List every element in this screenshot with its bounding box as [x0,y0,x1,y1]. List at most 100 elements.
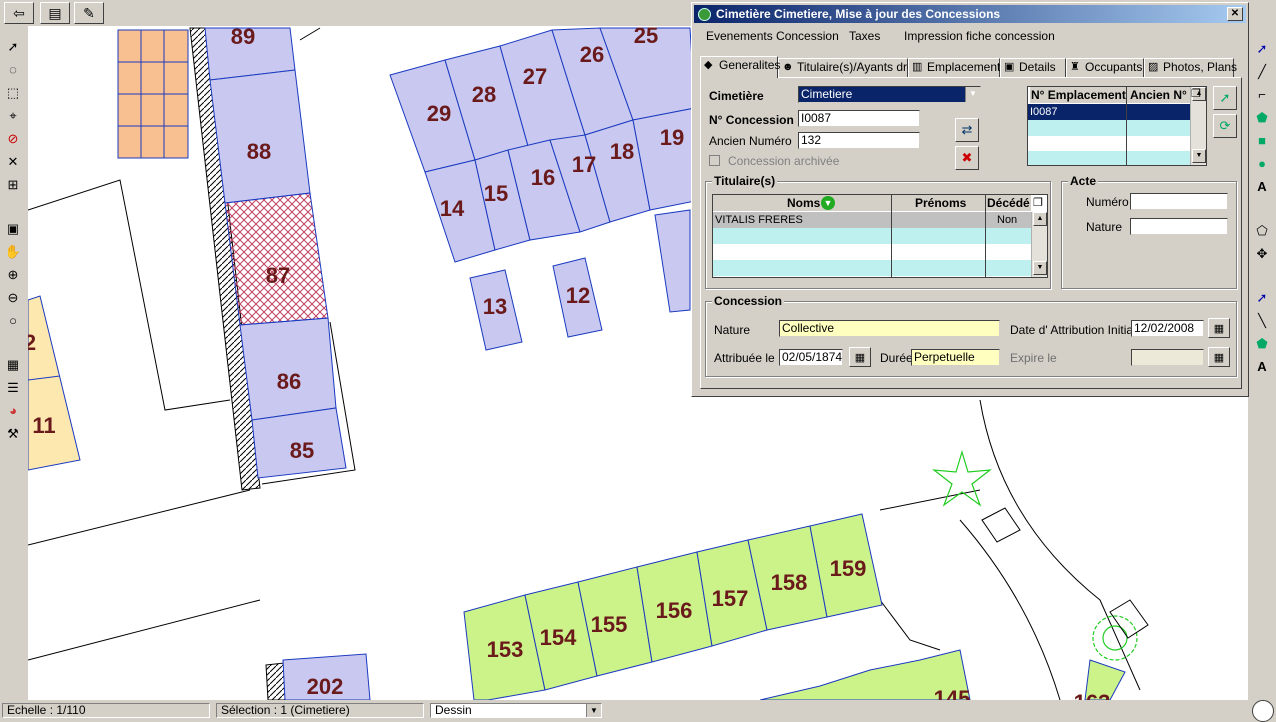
scroll-up-icon[interactable]: ▲ [1033,212,1047,226]
num-concession-input[interactable]: I0087 [798,110,920,127]
pan-hand-icon[interactable]: ✋ [3,241,23,261]
table-row[interactable] [713,260,1031,276]
titulaires-scrollbar[interactable]: ▲ ▼ [1031,212,1047,277]
chevron-down-icon[interactable]: ▼ [965,87,980,102]
noms-col-header[interactable]: Noms [787,195,820,211]
no-select-icon[interactable]: ⊘ [3,128,23,148]
tab-photos-plans[interactable]: ▨ Photos, Plans [1144,58,1237,77]
titulaires-grid: Noms ▼ Prénoms Décédé ❐ VITALIS FRERES N… [712,194,1048,278]
calendar-icon[interactable]: ▦ [1208,318,1230,338]
decede-cell: Non [997,214,1018,226]
nature-input[interactable]: Collective [779,320,1000,337]
tab-label: Titulaire(s)/Ayants droit [797,60,920,74]
tab-details[interactable]: ▣ Details [1000,58,1066,77]
acte-nature-input[interactable] [1130,218,1228,235]
circle-icon[interactable]: ● [1252,153,1272,173]
emplacement-cell: I0087 [1030,106,1058,118]
top-toolbar: ⇦ ▤ ✎ [0,0,110,26]
acte-numero-input[interactable] [1130,193,1228,210]
scroll-down-icon[interactable]: ▼ [1033,261,1047,275]
polyline-icon[interactable]: ⌐ [1252,84,1272,104]
rect-select-icon[interactable]: ⬚ [3,82,23,102]
layers-icon[interactable]: ▤ [40,2,70,24]
tools-icon[interactable]: ⚒ [3,423,23,443]
prenoms-col-header[interactable]: Prénoms [915,195,966,211]
attribuee-input[interactable]: 02/05/1874 [779,349,843,366]
swap-icon[interactable]: ⇄ [955,118,979,142]
dialog-titlebar[interactable]: Cimetière Cimetiere, Mise à jour des Con… [694,5,1246,23]
table-row[interactable] [713,228,1031,244]
map-window-icon[interactable]: ▣ [3,218,23,238]
sort-down-icon[interactable]: ▼ [821,196,835,210]
refresh-icon[interactable]: ⟳ [1213,114,1237,138]
grid-icon[interactable]: ⊞ [3,174,23,194]
close-button[interactable]: ✕ [1227,7,1243,21]
emplacement-col-header[interactable]: N° Emplacement [1031,87,1126,103]
duree-input[interactable]: Perpetuelle [911,349,1000,366]
zoom-out-icon[interactable]: ⊖ [3,287,23,307]
table-row[interactable] [1028,120,1190,136]
date-attr-input[interactable]: 12/02/2008 [1131,320,1204,337]
tab-titulaires[interactable]: ☻ Titulaire(s)/Ayants droit [778,58,920,77]
decede-col-header[interactable]: Décédé [987,195,1030,211]
expire-input[interactable] [1131,349,1204,366]
tab-occupants[interactable]: ♜ Occupants [1066,58,1144,77]
legend-icon[interactable]: ☰ [3,377,23,397]
back-arrow-icon[interactable]: ⇦ [4,2,34,24]
layer-select[interactable]: Dessin ▼ [430,703,602,718]
table-row[interactable] [713,244,1031,260]
archivee-checkbox[interactable] [709,155,720,166]
vertex-edit-icon[interactable]: ⬠ [1252,220,1272,240]
compass-icon[interactable] [1252,700,1274,722]
lot-label: 11 [32,413,55,438]
menu-impression[interactable]: Impression fiche concession [904,29,1055,43]
map-cursor-icon[interactable]: ➚ [1213,86,1237,110]
scroll-down-icon[interactable]: ▼ [1192,149,1206,163]
calendar-icon[interactable]: ▦ [1208,347,1230,367]
ancien-numero-input[interactable]: 132 [798,132,920,149]
table-row[interactable] [1028,151,1190,165]
tab-label: Generalites [719,58,781,72]
ancien-col-header[interactable]: Ancien N° [1130,87,1187,103]
tab-generalites[interactable]: ◆ Generalites [700,56,781,78]
shape-edit-icon[interactable]: ⬟ [1252,333,1272,353]
copy-icon[interactable]: ❐ [1033,196,1043,209]
line-edit-icon[interactable]: ╲ [1252,310,1272,330]
tree-symbols [932,449,1138,661]
edit-pointer-icon[interactable]: ➚ [1252,38,1272,58]
generalites-panel: Cimetière Cimetiere ▼ N° Concession I008… [700,77,1242,389]
copy-icon[interactable]: ❐ [1191,87,1201,100]
polygon-icon[interactable]: ⬟ [1252,107,1272,127]
text-icon[interactable]: A [1252,176,1272,196]
menu-taxes[interactable]: Taxes [849,29,880,43]
cimetiere-select[interactable]: Cimetiere ▼ [798,86,981,103]
lasso-select-icon[interactable]: ◌ [3,59,23,79]
edit-note-icon[interactable]: ✎ [74,2,104,24]
table-row[interactable] [1028,136,1190,152]
layer-select-value: Dessin [435,703,472,717]
pointer-icon[interactable]: ➚ [3,36,23,56]
table-row[interactable]: VITALIS FRERES Non [713,212,1031,228]
tab-emplacement[interactable]: ▥ Emplacement [908,58,1000,77]
line-icon[interactable]: ╱ [1252,61,1272,81]
zoom-icon[interactable]: ○ [3,310,23,330]
point-select-icon[interactable]: ⌖ [3,105,23,125]
calendar-icon[interactable]: ▦ [849,347,871,367]
move-vertex-icon[interactable]: ✥ [1252,243,1272,263]
fit-extent-icon[interactable]: ✕ [3,151,23,171]
table-row[interactable]: I0087 [1028,104,1192,120]
titulaires-header-bg [713,195,1031,211]
cemetery-app-icon [698,8,711,21]
delete-doc-icon[interactable]: ✖ [955,146,979,170]
lot-label: 28 [472,82,496,107]
color-wheel-icon[interactable]: ◕ [3,400,23,420]
text-edit-icon[interactable]: A [1252,356,1272,376]
zoom-in-icon[interactable]: ⊕ [3,264,23,284]
emplacement-grid: N° Emplacement Ancien N° I0087 ▲ ▼ [1027,86,1207,166]
rectangle-icon[interactable]: ■ [1252,130,1272,150]
dialog-title: Cimetière Cimetiere, Mise à jour des Con… [716,7,1001,21]
print-icon[interactable]: ▦ [3,354,23,374]
select-edit-icon[interactable]: ➚ [1252,287,1272,307]
menu-evenements[interactable]: Evenements Concession [706,29,839,43]
chevron-down-icon[interactable]: ▼ [586,704,601,717]
